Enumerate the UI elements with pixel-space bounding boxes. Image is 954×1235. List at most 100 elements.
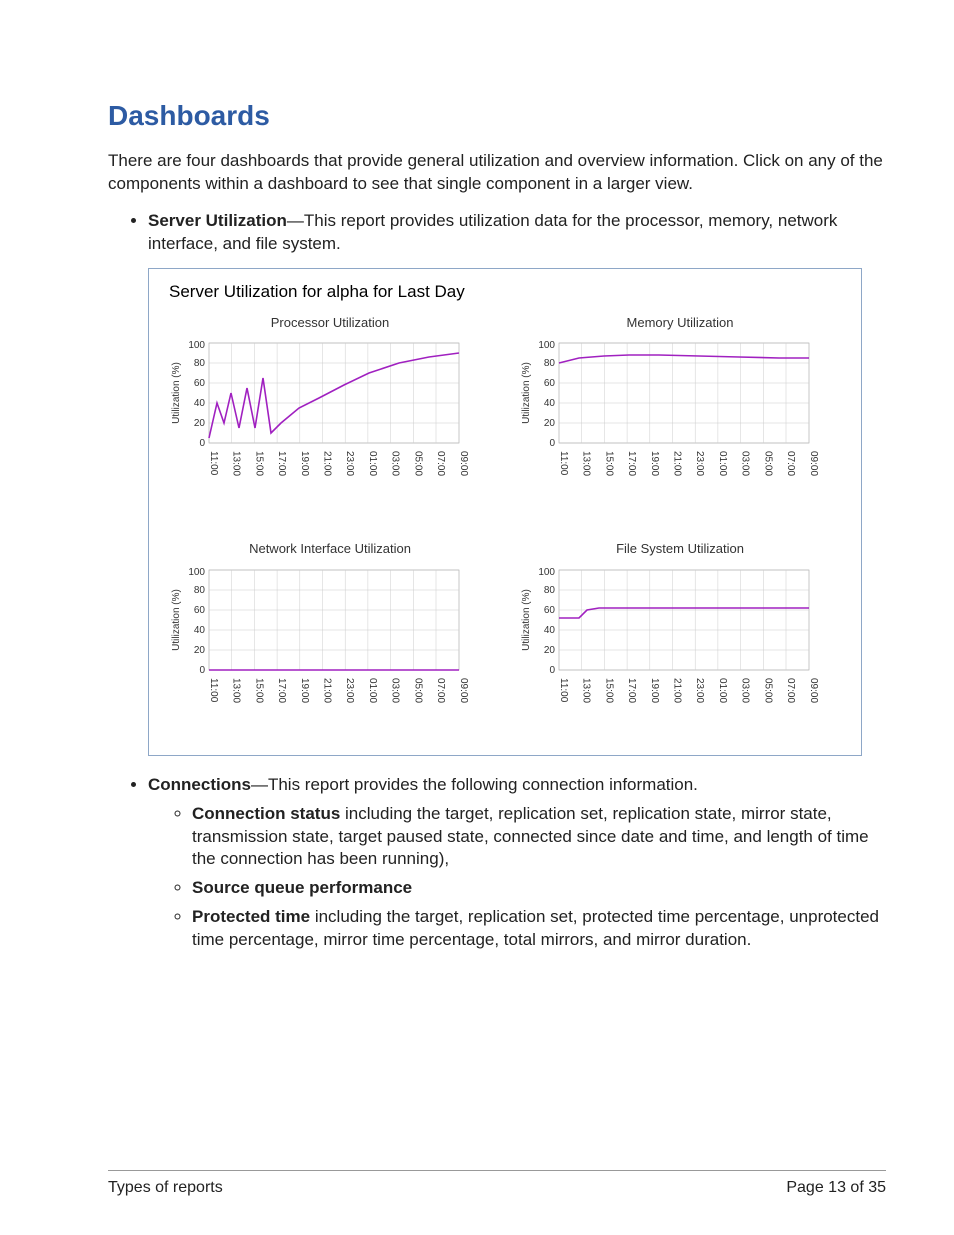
- svg-text:13:00: 13:00: [231, 678, 242, 703]
- svg-text:01:00: 01:00: [367, 451, 378, 476]
- svg-text:15:00: 15:00: [253, 451, 264, 476]
- svg-text:60: 60: [194, 378, 206, 389]
- svg-text:20: 20: [544, 418, 556, 429]
- svg-text:21:00: 21:00: [322, 451, 333, 476]
- sub-head: Protected time: [192, 907, 310, 926]
- svg-text:19:00: 19:00: [299, 678, 310, 703]
- bullet-connections: Connections—This report provides the fol…: [148, 774, 886, 953]
- svg-text:03:00: 03:00: [740, 451, 751, 476]
- footer-right: Page 13 of 35: [786, 1179, 886, 1197]
- footer: Types of reports Page 13 of 35: [108, 1179, 886, 1197]
- sub-protected-time: Protected time including the target, rep…: [192, 906, 886, 952]
- svg-text:01:00: 01:00: [717, 678, 728, 703]
- svg-text:100: 100: [188, 567, 205, 578]
- bullet-list: Server Utilization —This report provides …: [108, 210, 886, 952]
- page-title: Dashboards: [108, 100, 886, 132]
- svg-text:03:00: 03:00: [740, 678, 751, 703]
- svg-text:15:00: 15:00: [603, 678, 614, 703]
- svg-text:11:00: 11:00: [208, 451, 219, 476]
- ylabel: Utilization (%): [521, 589, 532, 651]
- chart-subtitle-processor: Processor Utilization: [165, 314, 495, 332]
- chart-subtitle-memory: Memory Utilization: [515, 314, 845, 332]
- bullet-head: Connections: [148, 775, 251, 794]
- svg-text:11:00: 11:00: [558, 678, 569, 703]
- svg-text:13:00: 13:00: [581, 678, 592, 703]
- svg-text:09:00: 09:00: [458, 451, 469, 476]
- svg-text:20: 20: [544, 645, 556, 656]
- sub-source-queue: Source queue performance: [192, 877, 886, 900]
- svg-text:60: 60: [544, 605, 556, 616]
- svg-text:19:00: 19:00: [649, 451, 660, 476]
- page: Dashboards There are four dashboards tha…: [0, 0, 954, 1235]
- svg-text:07:00: 07:00: [435, 678, 446, 703]
- chart-subtitle-network: Network Interface Utilization: [165, 540, 495, 558]
- chart-svg-network: 0 20 40 60 80 100 Utilization (%) 11:00 13:00…: [165, 562, 475, 732]
- svg-text:03:00: 03:00: [390, 451, 401, 476]
- footer-rule: [108, 1170, 886, 1171]
- svg-text:17:00: 17:00: [626, 451, 637, 476]
- svg-text:80: 80: [544, 585, 556, 596]
- svg-text:09:00: 09:00: [458, 678, 469, 703]
- svg-text:19:00: 19:00: [649, 678, 660, 703]
- bullet-server-utilization: Server Utilization—This report provides …: [148, 210, 886, 756]
- svg-text:0: 0: [199, 665, 205, 676]
- svg-text:20: 20: [194, 418, 206, 429]
- sub-connection-status: Connection status including the target, …: [192, 803, 886, 872]
- footer-left: Types of reports: [108, 1179, 223, 1197]
- svg-text:01:00: 01:00: [367, 678, 378, 703]
- svg-text:03:00: 03:00: [390, 678, 401, 703]
- svg-text:21:00: 21:00: [672, 678, 683, 703]
- svg-text:23:00: 23:00: [694, 678, 705, 703]
- svg-text:23:00: 23:00: [694, 451, 705, 476]
- svg-text:11:00: 11:00: [558, 451, 569, 476]
- ylabel: Utilization (%): [171, 589, 182, 651]
- svg-text:100: 100: [538, 567, 555, 578]
- dashboard-panel: Server Utilization for alpha for Last Da…: [148, 268, 862, 756]
- svg-text:15:00: 15:00: [603, 451, 614, 476]
- svg-text:13:00: 13:00: [231, 451, 242, 476]
- svg-text:05:00: 05:00: [762, 678, 773, 703]
- svg-text:19:00: 19:00: [299, 451, 310, 476]
- dashboard-title: Server Utilization for alpha for Last Da…: [169, 281, 845, 304]
- sub-bullet-list: Connection status including the target, …: [148, 803, 886, 953]
- svg-text:0: 0: [199, 438, 205, 449]
- chart-svg-processor: 020406080100 Utilization (%) 11:00 13:00…: [165, 335, 475, 505]
- chart-subtitle-filesystem: File System Utilization: [515, 540, 845, 558]
- svg-text:40: 40: [194, 625, 206, 636]
- svg-text:17:00: 17:00: [276, 451, 287, 476]
- ylabel: Utilization (%): [171, 362, 182, 424]
- svg-text:60: 60: [544, 378, 556, 389]
- chart-svg-filesystem: 020406080100 Utilization (%) 11:00 13:00…: [515, 562, 825, 732]
- svg-text:01:00: 01:00: [717, 451, 728, 476]
- svg-text:09:00: 09:00: [808, 451, 819, 476]
- svg-text:21:00: 21:00: [672, 451, 683, 476]
- svg-text:09:00: 09:00: [808, 678, 819, 703]
- svg-text:11:00: 11:00: [208, 678, 219, 703]
- svg-text:20: 20: [194, 645, 206, 656]
- svg-text:05:00: 05:00: [762, 451, 773, 476]
- svg-text:05:00: 05:00: [412, 678, 423, 703]
- svg-text:15:00: 15:00: [253, 678, 264, 703]
- svg-text:80: 80: [544, 358, 556, 369]
- svg-text:0: 0: [549, 438, 555, 449]
- bullet-head: Server Utilization: [148, 211, 287, 230]
- svg-text:13:00: 13:00: [581, 451, 592, 476]
- ylabel: Utilization (%): [521, 362, 532, 424]
- svg-text:100: 100: [188, 340, 205, 351]
- svg-text:05:00: 05:00: [412, 451, 423, 476]
- svg-text:21:00: 21:00: [322, 678, 333, 703]
- bullet-body: —This report provides the following conn…: [251, 775, 698, 794]
- svg-text:80: 80: [194, 585, 206, 596]
- intro-paragraph: There are four dashboards that provide g…: [108, 150, 886, 196]
- svg-text:40: 40: [194, 398, 206, 409]
- svg-text:100: 100: [538, 340, 555, 351]
- svg-text:17:00: 17:00: [626, 678, 637, 703]
- svg-text:07:00: 07:00: [435, 451, 446, 476]
- chart-filesystem: File System Utilization: [515, 540, 845, 738]
- chart-grid: Processor Utilization: [165, 314, 845, 739]
- chart-svg-memory: 0 20 40 60 80 100 Utilization (%) 11:00 13:00…: [515, 335, 825, 505]
- svg-text:07:00: 07:00: [785, 678, 796, 703]
- svg-text:60: 60: [194, 605, 206, 616]
- svg-text:23:00: 23:00: [344, 678, 355, 703]
- svg-text:40: 40: [544, 398, 556, 409]
